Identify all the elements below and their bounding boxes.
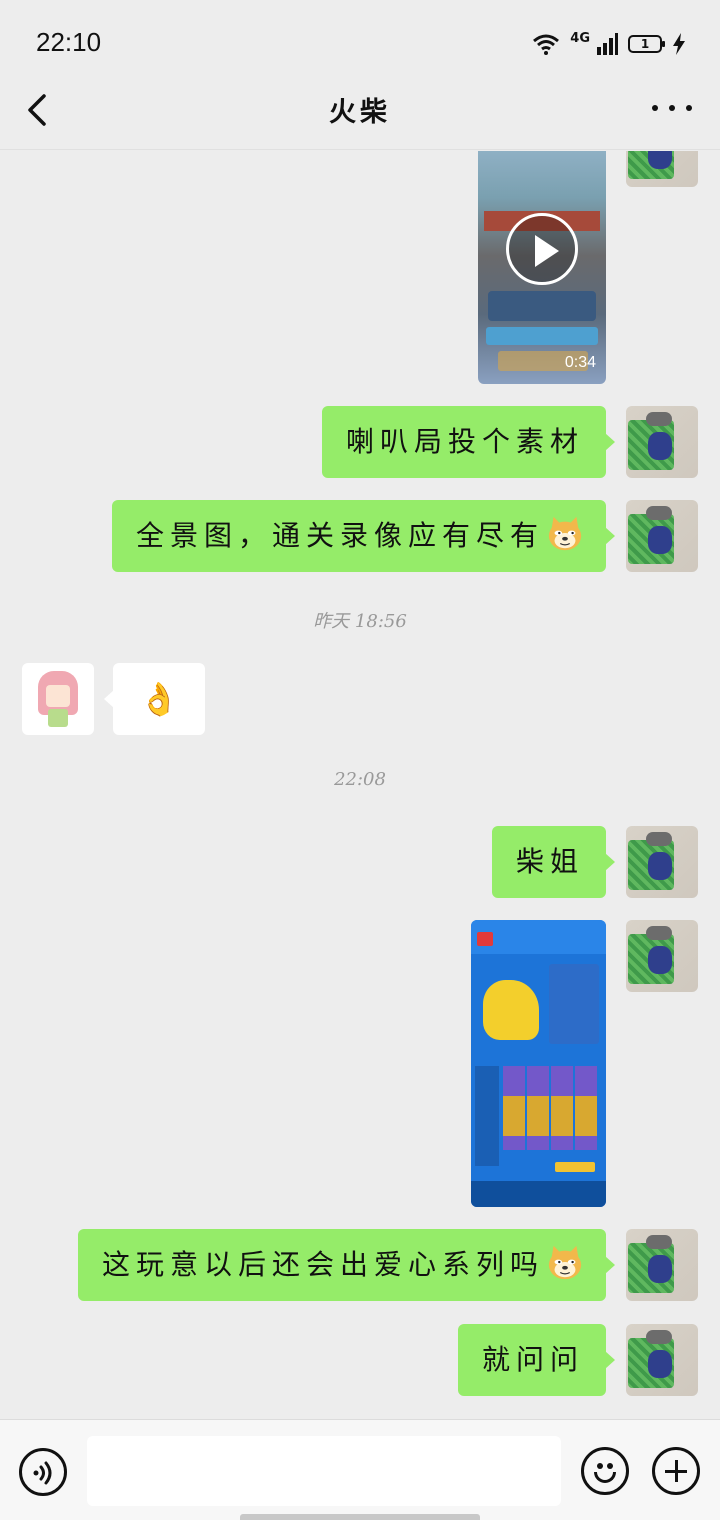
my-avatar[interactable]	[626, 826, 698, 898]
emoji-button[interactable]	[581, 1447, 629, 1495]
wifi-icon	[533, 34, 560, 55]
message-timestamp: 昨天 18:56	[313, 611, 407, 632]
my-avatar[interactable]	[626, 920, 698, 992]
video-message[interactable]: 0:34	[478, 151, 606, 384]
chat-title: 火柴	[329, 97, 391, 128]
voice-input-button[interactable]	[19, 1448, 67, 1496]
message-timestamp: 22:08	[334, 769, 386, 790]
battery-icon: 1	[628, 35, 665, 53]
input-bar	[0, 1419, 720, 1520]
home-indicator	[240, 1514, 480, 1520]
friend-avatar[interactable]	[22, 663, 94, 735]
my-avatar[interactable]	[626, 1229, 698, 1301]
voice-icon	[33, 1461, 52, 1485]
my-avatar[interactable]	[626, 500, 698, 572]
message-text: 柴姐	[515, 845, 584, 878]
my-avatar[interactable]	[626, 151, 698, 187]
image-message[interactable]	[471, 920, 606, 1207]
doge-emoji-icon	[548, 516, 582, 550]
message-bubble[interactable]: 喇叭局投个素材	[321, 406, 616, 478]
play-icon[interactable]	[506, 213, 578, 285]
message-bubble[interactable]: 👌	[104, 663, 205, 735]
message-text: 👌	[139, 680, 179, 718]
doge-emoji-icon	[548, 1245, 582, 1279]
more-functions-button[interactable]	[652, 1447, 700, 1495]
message-text: 全景图，通关录像应有尽有	[135, 519, 544, 552]
more-options-button[interactable]	[652, 96, 692, 120]
my-avatar[interactable]	[626, 1324, 698, 1396]
status-icons: 4G 1	[532, 30, 686, 58]
message-input[interactable]	[87, 1436, 561, 1506]
status-bar: 22:10 4G 1	[0, 0, 720, 86]
smiley-icon	[597, 1463, 603, 1469]
message-bubble[interactable]: 就问问	[457, 1324, 616, 1396]
message-bubble[interactable]: 这玩意以后还会出爱心系列吗	[77, 1229, 616, 1301]
message-text: 就问问	[481, 1343, 584, 1376]
battery-level: 1	[640, 37, 650, 51]
message-bubble[interactable]: 柴姐	[491, 826, 616, 898]
charging-bolt-icon	[673, 33, 685, 55]
message-text: 这玩意以后还会出爱心系列吗	[101, 1248, 544, 1281]
video-duration: 0:34	[564, 354, 596, 371]
more-dots-icon	[652, 105, 658, 111]
signal-icon	[597, 33, 618, 55]
message-bubble[interactable]: 全景图，通关录像应有尽有	[111, 500, 616, 572]
status-time: 22:10	[36, 27, 102, 57]
network-type-label: 4G	[570, 30, 590, 46]
my-avatar[interactable]	[626, 406, 698, 478]
chat-header: 火柴	[0, 86, 720, 150]
message-text: 喇叭局投个素材	[345, 425, 584, 458]
message-list[interactable]: 0:34 喇叭局投个素材 全景图，通关录像应有尽有 昨天 18:56 👌 22:…	[0, 151, 720, 1419]
